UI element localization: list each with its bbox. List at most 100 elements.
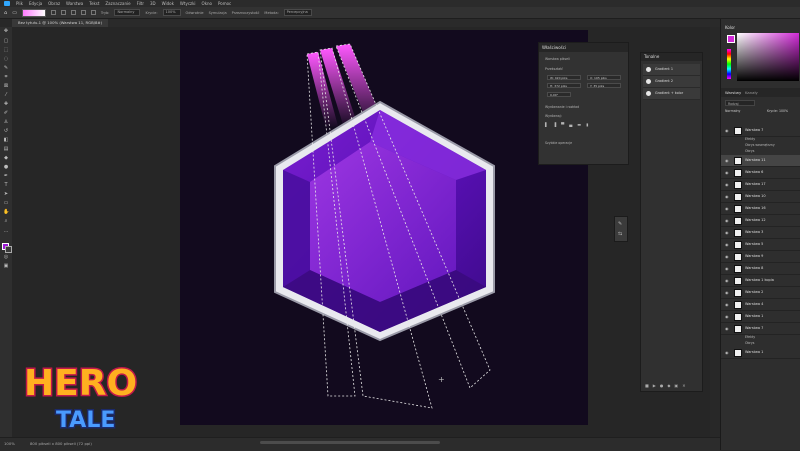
visibility-eye-icon[interactable]: ◉ xyxy=(725,230,729,235)
visibility-eye-icon[interactable]: ◉ xyxy=(725,242,729,247)
layer-row[interactable]: ◉ Warstwa 2 xyxy=(721,287,800,299)
visibility-eye-icon[interactable]: ◉ xyxy=(725,290,729,295)
visibility-eye-icon[interactable]: ◉ xyxy=(725,266,729,271)
adjust-icon[interactable]: ⇆ xyxy=(618,231,622,237)
layer-opacity[interactable]: Krycie: 100% xyxy=(767,109,788,113)
blur-tool-icon[interactable]: ◆ xyxy=(3,156,9,161)
linear-gradient-icon[interactable] xyxy=(50,10,56,15)
zoom-tool-icon[interactable]: ⌕ xyxy=(3,219,9,224)
home-icon[interactable]: ⌂ xyxy=(4,10,7,16)
layer-row[interactable]: ◉ Warstwa 7 xyxy=(721,323,800,335)
shape-tool-icon[interactable]: ▭ xyxy=(3,201,9,206)
layer-row[interactable]: ◉ Warstwa 12 xyxy=(721,215,800,227)
visibility-eye-icon[interactable]: ◉ xyxy=(725,128,729,133)
visibility-eye-icon[interactable]: ◉ xyxy=(725,278,729,283)
frame-tool-icon[interactable]: ⊠ xyxy=(3,84,9,89)
dither-checkbox[interactable]: Symulacja xyxy=(209,11,227,15)
menu-item[interactable]: Edycja xyxy=(29,1,42,6)
blend-mode-select[interactable]: Normalny xyxy=(725,109,740,113)
menu-item[interactable]: Warstwa xyxy=(66,1,83,6)
visibility-eye-icon[interactable]: ◉ xyxy=(725,350,729,355)
brush-tool-icon[interactable]: ✐ xyxy=(3,111,9,116)
eyedropper-tool-icon[interactable]: ⁄ xyxy=(3,93,9,98)
layer-row[interactable]: ◉ Warstwa 17 xyxy=(721,179,800,191)
menu-item[interactable]: Obraz xyxy=(48,1,60,6)
quick-select-tool-icon[interactable]: ✎ xyxy=(3,66,9,71)
menu-item[interactable]: Zaznaczanie xyxy=(105,1,130,6)
marquee-tool-icon[interactable]: ⬚ xyxy=(3,48,9,53)
method-select[interactable]: Percepcyjna xyxy=(283,9,312,16)
layer-row[interactable]: ◉ Warstwa 1 xyxy=(721,311,800,323)
color-picker-field[interactable] xyxy=(737,33,799,81)
height-field[interactable]: H: 372 piks xyxy=(547,83,581,88)
gradient-picker[interactable] xyxy=(21,8,46,17)
quick-mask-icon[interactable]: ◎ xyxy=(3,255,9,260)
crop-tool-icon[interactable]: ⌗ xyxy=(3,75,9,80)
width-field[interactable]: W: 420 piks xyxy=(547,75,581,80)
layer-row[interactable]: ◉ Warstwa 7 xyxy=(721,125,800,137)
menu-item[interactable]: 3D xyxy=(150,1,156,6)
lasso-tool-icon[interactable]: ◌ xyxy=(3,57,9,62)
artboard-tool-icon[interactable]: ▢ xyxy=(3,39,9,44)
panel-footer-icons[interactable]: ■▶●◆▣✕ xyxy=(645,383,690,388)
action-item[interactable]: Gradient 2 xyxy=(643,76,700,88)
menu-item[interactable]: Plik xyxy=(16,1,23,6)
hue-slider[interactable] xyxy=(727,49,731,79)
type-tool-icon[interactable]: T xyxy=(3,183,9,188)
visibility-eye-icon[interactable]: ◉ xyxy=(725,326,729,331)
visibility-eye-icon[interactable]: ◉ xyxy=(725,158,729,163)
reverse-checkbox[interactable]: Odwrotnie xyxy=(186,11,204,15)
x-field[interactable]: X: 195 piks xyxy=(587,75,621,80)
action-item[interactable]: Gradient + kolor xyxy=(643,88,700,100)
visibility-eye-icon[interactable]: ◉ xyxy=(725,206,729,211)
gradient-tool-icon[interactable]: ▭ xyxy=(12,10,17,16)
visibility-eye-icon[interactable]: ◉ xyxy=(725,254,729,259)
menu-item[interactable]: Tekst xyxy=(89,1,99,6)
visibility-eye-icon[interactable]: ◉ xyxy=(725,182,729,187)
visibility-eye-icon[interactable]: ◉ xyxy=(725,194,729,199)
hand-tool-icon[interactable]: ✋ xyxy=(3,210,9,215)
angle-gradient-icon[interactable] xyxy=(70,10,76,15)
mode-select[interactable]: Normalny xyxy=(114,9,141,16)
visibility-eye-icon[interactable]: ◉ xyxy=(725,170,729,175)
tab-layers[interactable]: Warstwy xyxy=(725,90,741,95)
reflected-gradient-icon[interactable] xyxy=(80,10,86,15)
path-select-tool-icon[interactable]: ➤ xyxy=(3,192,9,197)
gradient-tool-icon[interactable]: ▤ xyxy=(3,147,9,152)
healing-tool-icon[interactable]: ✚ xyxy=(3,102,9,107)
visibility-eye-icon[interactable]: ◉ xyxy=(725,314,729,319)
layer-row[interactable]: ◉ Warstwa 8 xyxy=(721,263,800,275)
visibility-eye-icon[interactable]: ◉ xyxy=(725,302,729,307)
eraser-tool-icon[interactable]: ◧ xyxy=(3,138,9,143)
stamp-tool-icon[interactable]: ♙ xyxy=(3,120,9,125)
layer-row[interactable]: ◉ Warstwa 9 xyxy=(721,251,800,263)
menu-item[interactable]: Okno xyxy=(202,1,212,6)
transparency-checkbox[interactable]: Przezroczystość xyxy=(232,11,260,15)
history-brush-tool-icon[interactable]: ↺ xyxy=(3,129,9,134)
opacity-input[interactable]: 100% xyxy=(162,9,181,16)
more-tools-icon[interactable]: … xyxy=(3,229,9,234)
layer-row[interactable]: ◉ Warstwa 1 xyxy=(721,347,800,359)
angle-field[interactable]: 0,00° xyxy=(547,92,571,97)
menu-item[interactable]: Pomoc xyxy=(218,1,231,6)
layer-row[interactable]: ◉ Warstwa 4 xyxy=(721,299,800,311)
y-field[interactable]: Y: 35 piks xyxy=(587,83,621,88)
layer-row[interactable]: ◉ Warstwa 1 kopia xyxy=(721,275,800,287)
tab-channels[interactable]: Kanały xyxy=(745,90,758,95)
layer-filter-input[interactable]: Rodzaj xyxy=(725,100,755,106)
move-tool-icon[interactable]: ✥ xyxy=(3,29,9,34)
layer-row[interactable]: ◉ Warstwa 11 xyxy=(721,155,800,167)
align-buttons-icon[interactable]: ▌▐▀▄▬▮ xyxy=(545,122,593,127)
layer-row[interactable]: ◉ Warstwa 10 xyxy=(721,191,800,203)
layer-row[interactable]: ◉ Warstwa 5 xyxy=(721,239,800,251)
dodge-tool-icon[interactable]: ● xyxy=(3,165,9,170)
screen-mode-icon[interactable]: ▣ xyxy=(3,264,9,269)
artboard[interactable]: + xyxy=(180,30,588,425)
horizontal-scrollbar[interactable] xyxy=(260,441,440,444)
diamond-gradient-icon[interactable] xyxy=(90,10,96,15)
brush-preset-icon[interactable]: ✎ xyxy=(618,221,622,227)
menu-item[interactable]: Widok xyxy=(162,1,174,6)
layer-row[interactable]: ◉ Warstwa 16 xyxy=(721,203,800,215)
layer-row[interactable]: ◉ Warstwa 6 xyxy=(721,167,800,179)
photoshop-logo-icon[interactable] xyxy=(4,1,10,6)
